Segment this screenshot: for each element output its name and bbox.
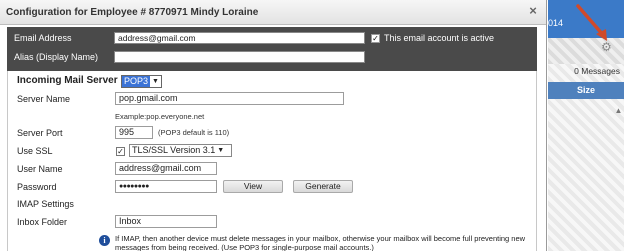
server-port-label: Server Port	[17, 128, 63, 138]
account-panel: Email Address address@gmail.com ✓ This e…	[7, 27, 537, 71]
alias-field[interactable]	[114, 51, 365, 63]
server-name-label: Server Name	[17, 94, 71, 104]
info-icon: i	[99, 235, 110, 246]
imap-settings-label: IMAP Settings	[17, 199, 74, 209]
imap-info-text: If IMAP, then another device must delete…	[115, 234, 526, 251]
annotation-arrow-icon	[576, 4, 607, 41]
ssl-version-value: TLS/SSL Version 3.1	[132, 145, 216, 155]
message-count: 0 Messages	[574, 66, 620, 76]
ssl-checkbox[interactable]: ✓	[116, 147, 125, 156]
active-checkbox[interactable]: ✓	[371, 34, 380, 43]
protocol-value: POP3	[122, 76, 151, 87]
ssl-version-select[interactable]: TLS/SSL Version 3.1 ▼	[129, 144, 232, 157]
password-label: Password	[17, 182, 57, 192]
incoming-server-label: Incoming Mail Server	[17, 75, 118, 86]
scroll-up-icon[interactable]: ▲	[613, 106, 624, 117]
password-field[interactable]: ●●●●●●●●	[115, 180, 217, 193]
protocol-select[interactable]: POP3 ▼	[121, 75, 162, 88]
inbox-folder-label: Inbox Folder	[17, 217, 68, 227]
employee-config-dialog: Configuration for Employee # 8770971 Min…	[0, 0, 547, 251]
year-fragment: 014	[548, 18, 564, 28]
chevron-down-icon: ▼	[152, 78, 159, 85]
view-button[interactable]: View	[223, 180, 283, 193]
email-label: Email Address	[14, 33, 72, 43]
chevron-down-icon: ▼	[217, 147, 225, 154]
size-column-header[interactable]: Size	[548, 82, 624, 99]
server-example: Example:pop.everyone.net	[115, 112, 205, 121]
username-label: User Name	[17, 164, 63, 174]
generate-button[interactable]: Generate	[293, 180, 353, 193]
active-label: This email account is active	[384, 33, 495, 43]
server-name-field[interactable]: pop.gmail.com	[115, 92, 344, 105]
close-icon[interactable]: ×	[526, 4, 540, 18]
username-field[interactable]: address@gmail.com	[115, 162, 217, 175]
dialog-title-bar: Configuration for Employee # 8770971 Min…	[0, 0, 546, 25]
dialog-title: Configuration for Employee # 8770971 Min…	[6, 7, 259, 18]
ssl-label: Use SSL	[17, 146, 53, 156]
incoming-server-form: Incoming Mail Server POP3 ▼ Server Name p…	[7, 71, 537, 251]
email-field[interactable]: address@gmail.com	[114, 32, 365, 44]
inbox-folder-field[interactable]: Inbox	[115, 215, 217, 228]
port-note: (POP3 default is 110)	[158, 128, 230, 137]
alias-label: Alias (Display Name)	[14, 52, 99, 62]
server-port-field[interactable]: 995	[115, 126, 153, 139]
